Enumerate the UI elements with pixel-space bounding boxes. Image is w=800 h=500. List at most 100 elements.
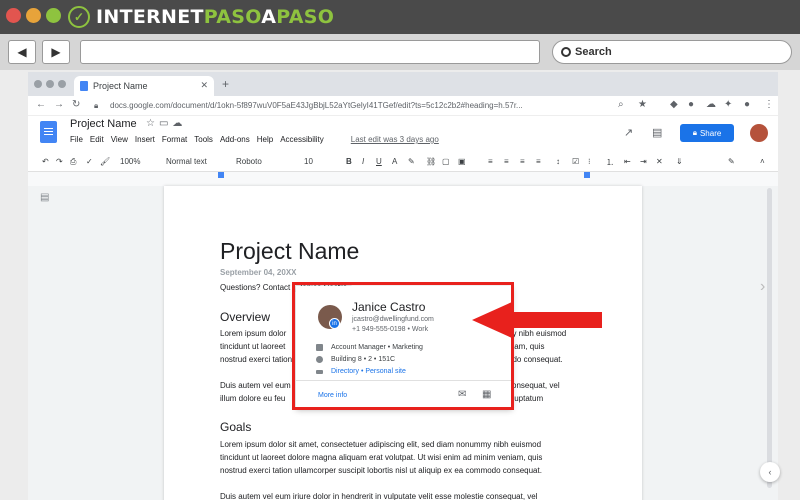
menu-insert[interactable]: Insert xyxy=(135,135,155,144)
address-text[interactable]: docs.google.com/document/d/1okn-5f897wuV… xyxy=(110,101,610,110)
extension-icon-2[interactable]: ● xyxy=(688,99,694,110)
align-right-icon[interactable]: ≡ xyxy=(520,157,525,166)
voice-icon[interactable]: ⇓ xyxy=(676,157,683,166)
cloud-icon[interactable]: ☁ xyxy=(706,99,716,110)
tab-strip: Project Name ✕ + xyxy=(28,72,778,96)
back-button[interactable]: ◀ xyxy=(8,40,36,64)
chrome-minimize-dot[interactable] xyxy=(46,80,54,88)
forward-arrow-icon[interactable]: → xyxy=(54,99,64,110)
font-size-select[interactable]: 10 xyxy=(304,157,313,166)
docs-header: Project Name ☆▭☁ File Edit View Insert F… xyxy=(28,116,778,152)
search-label: Search xyxy=(575,46,612,58)
lock-icon: 🔒︎ xyxy=(94,101,99,110)
search-input[interactable]: Search xyxy=(552,40,792,64)
activity-trend-icon[interactable]: ↗ xyxy=(624,126,633,139)
logo-text: INTERNETPASOAPASO xyxy=(96,6,335,28)
formatting-toolbar: ↶ ↷ ⎙ ✓ 🖌︎ 100% Normal text Roboto 10 B … xyxy=(28,152,778,172)
menu-format[interactable]: Format xyxy=(162,135,187,144)
ruler-left-indent[interactable] xyxy=(218,172,224,178)
decrease-indent-icon[interactable]: ⇤ xyxy=(624,157,631,166)
cloud-status-icon[interactable]: ☁ xyxy=(172,118,186,129)
collapse-toolbar-icon[interactable]: ˄ xyxy=(760,157,765,166)
title-icons: ☆▭☁ xyxy=(146,118,186,129)
redo-icon[interactable]: ↷ xyxy=(56,157,63,166)
menu-addons[interactable]: Add-ons xyxy=(220,135,250,144)
overview-heading: Overview xyxy=(220,310,271,324)
style-select[interactable]: Normal text xyxy=(166,157,207,166)
link-icon[interactable]: ⛓︎ xyxy=(426,157,436,166)
url-bar[interactable] xyxy=(80,40,540,64)
maximize-window-button[interactable] xyxy=(46,8,61,23)
docs-tab-icon xyxy=(80,81,88,91)
comments-icon[interactable]: ▤ xyxy=(652,126,662,139)
questions-prefix: Questions? Contact xyxy=(220,283,291,292)
menu-help[interactable]: Help xyxy=(257,135,273,144)
underline-icon[interactable]: U xyxy=(376,157,382,166)
checklist-icon[interactable]: ☑ xyxy=(572,157,579,166)
annotation-arrow-icon xyxy=(472,302,602,338)
undo-icon[interactable]: ↶ xyxy=(42,157,49,166)
print-icon[interactable]: ⎙ xyxy=(70,157,76,167)
doc-date: September 04, 20XX xyxy=(220,268,297,277)
menu-file[interactable]: File xyxy=(70,135,83,144)
bold-icon[interactable]: B xyxy=(346,157,352,166)
forward-button[interactable]: ▶ xyxy=(42,40,70,64)
align-left-icon[interactable]: ≡ xyxy=(488,157,493,166)
italic-icon[interactable]: I xyxy=(362,157,364,166)
profile-icon[interactable]: ● xyxy=(744,99,750,110)
font-select[interactable]: Roboto xyxy=(236,157,262,166)
chrome-maximize-dot[interactable] xyxy=(58,80,66,88)
close-window-button[interactable] xyxy=(6,8,21,23)
ruler-right-indent[interactable] xyxy=(584,172,590,178)
scrollbar-thumb[interactable] xyxy=(767,188,772,488)
tab-close-icon[interactable]: ✕ xyxy=(200,80,208,91)
document-title[interactable]: Project Name xyxy=(70,118,137,130)
extension-icon[interactable]: ◆ xyxy=(670,99,678,110)
docs-logo-icon[interactable] xyxy=(40,121,57,143)
ruler xyxy=(28,172,778,186)
minimize-window-button[interactable] xyxy=(26,8,41,23)
text-color-icon[interactable]: A xyxy=(392,157,397,166)
collapse-side-panel-button[interactable]: ‹ xyxy=(760,462,780,482)
zoom-icon[interactable]: ⌕ xyxy=(618,99,624,110)
numbered-list-icon[interactable]: ⒈ xyxy=(606,157,614,168)
zoom-select[interactable]: 100% xyxy=(120,157,140,166)
menu-bar: File Edit View Insert Format Tools Add-o… xyxy=(70,135,439,144)
menu-accessibility[interactable]: Accessibility xyxy=(280,135,324,144)
clear-format-icon[interactable]: ✕ xyxy=(656,157,663,166)
reload-icon[interactable]: ↻ xyxy=(72,99,80,110)
highlight-icon[interactable]: ✎ xyxy=(408,157,415,166)
spellcheck-icon[interactable]: ✓ xyxy=(86,157,93,166)
chevron-right-icon[interactable]: › xyxy=(760,278,765,296)
lock-icon-share: 🔒︎ xyxy=(692,128,697,137)
editing-mode-icon[interactable]: ✎ xyxy=(728,157,735,166)
menu-kebab-icon[interactable]: ⋮ xyxy=(764,99,774,110)
menu-view[interactable]: View xyxy=(111,135,128,144)
image-icon[interactable]: ▣ xyxy=(458,157,466,166)
menu-tools[interactable]: Tools xyxy=(194,135,213,144)
puzzle-icon[interactable]: ✦ xyxy=(724,99,732,110)
star-icon[interactable]: ☆ xyxy=(146,118,159,129)
increase-indent-icon[interactable]: ⇥ xyxy=(640,157,647,166)
menu-edit[interactable]: Edit xyxy=(90,135,104,144)
outline-icon[interactable]: ▤ xyxy=(40,192,49,203)
line-spacing-icon[interactable]: ↕ xyxy=(556,157,560,166)
user-avatar[interactable] xyxy=(750,124,768,142)
last-edit-link[interactable]: Last edit was 3 days ago xyxy=(351,135,439,144)
new-tab-button[interactable]: + xyxy=(222,77,229,91)
bookmark-star-icon[interactable]: ★ xyxy=(638,99,647,110)
align-center-icon[interactable]: ≡ xyxy=(504,157,509,166)
chrome-close-dot[interactable] xyxy=(34,80,42,88)
bullet-list-icon[interactable]: ⁝ xyxy=(588,157,591,166)
share-button[interactable]: 🔒︎ Share xyxy=(680,124,734,142)
back-arrow-icon[interactable]: ← xyxy=(36,99,46,110)
address-row: ← → ↻ 🔒︎ docs.google.com/document/d/1okn… xyxy=(28,96,778,116)
tab-title: Project Name xyxy=(93,81,148,91)
comment-add-icon[interactable]: ▢ xyxy=(442,157,450,166)
justify-icon[interactable]: ≡ xyxy=(536,157,541,166)
goals-heading: Goals xyxy=(220,420,252,434)
search-icon xyxy=(561,47,571,57)
tab-project-name[interactable]: Project Name ✕ xyxy=(74,76,214,96)
folder-icon[interactable]: ▭ xyxy=(159,118,172,129)
paint-format-icon[interactable]: 🖌︎ xyxy=(100,157,110,166)
